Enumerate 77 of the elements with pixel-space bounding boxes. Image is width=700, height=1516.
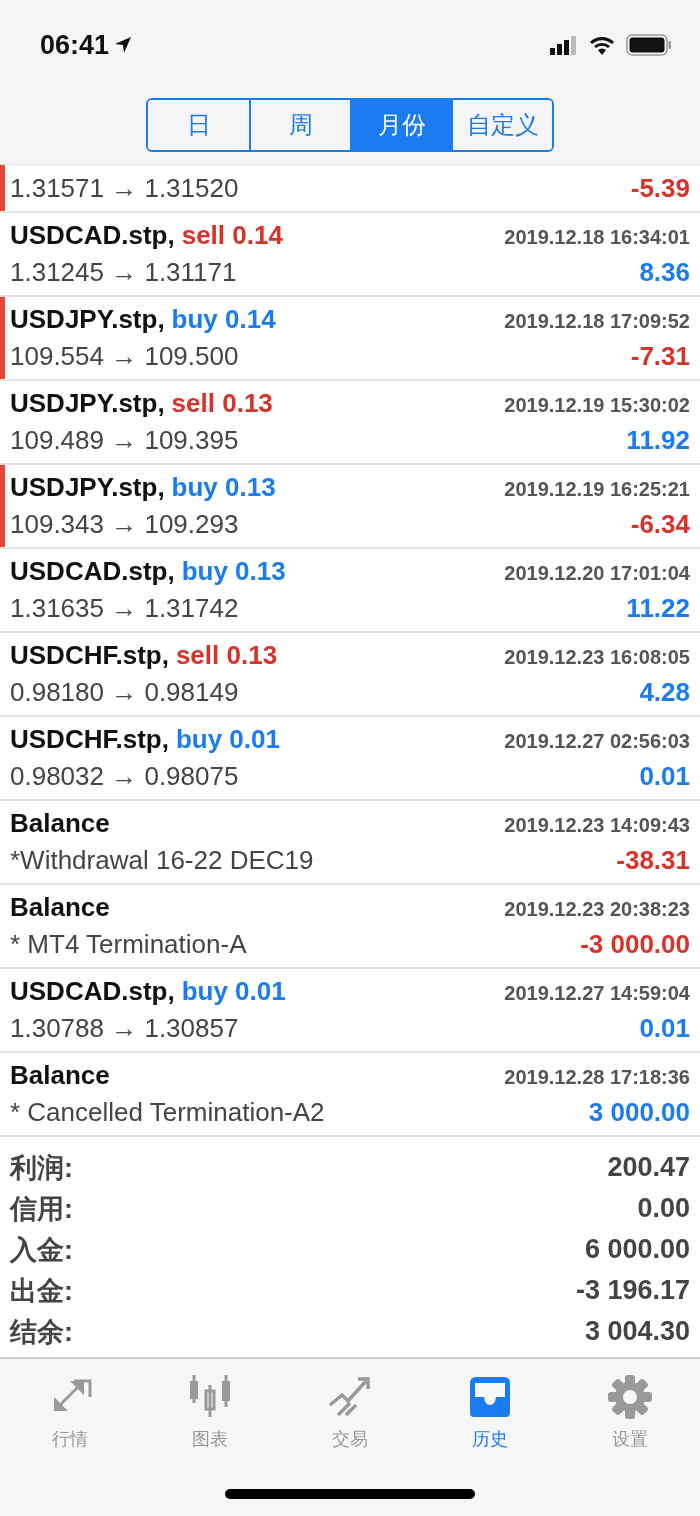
profit-value: 11.92: [626, 425, 690, 456]
period-tab[interactable]: 月份: [350, 100, 451, 150]
price-range: 1.31245 → 1.31171: [10, 257, 237, 288]
summary-value: -3 196.17: [575, 1275, 690, 1306]
symbol-name: USDJPY.stp,: [10, 304, 165, 335]
summary-value: 3 004.30: [584, 1316, 690, 1347]
summary-value: 6 000.00: [584, 1234, 690, 1265]
profit-value: 0.01: [639, 761, 690, 792]
balance-comment: * MT4 Termination-A: [10, 929, 247, 960]
order-type: sell 0.13: [175, 640, 278, 671]
settings-icon: [606, 1373, 654, 1421]
summary-value: 200.47: [607, 1152, 690, 1183]
symbol-name: USDJPY.stp,: [10, 388, 165, 419]
price-range: 0.98180 → 0.98149: [10, 677, 239, 708]
period-tab[interactable]: 自定义: [451, 100, 552, 150]
summary-label: 出金:: [10, 1274, 73, 1308]
summary-label: 入金:: [10, 1233, 73, 1267]
order-type: sell 0.13: [171, 388, 273, 419]
profit-value: 8.36: [639, 257, 690, 288]
order-type: buy 0.14: [171, 304, 276, 335]
trade-time: 2019.12.27 14:59:04: [504, 982, 690, 1005]
profit-value: 4.28: [639, 677, 690, 708]
symbol-name: USDCHF.stp,: [10, 724, 169, 755]
order-type: buy 0.13: [181, 556, 286, 587]
tab-bar-item[interactable]: 行情: [0, 1359, 140, 1469]
tab-bar-item[interactable]: 历史: [420, 1359, 560, 1469]
profit-value: -7.31: [630, 341, 690, 372]
tab-bar-item[interactable]: 交易: [280, 1359, 420, 1469]
summary-label: 结余:: [10, 1315, 73, 1349]
symbol-name: USDCAD.stp,: [10, 976, 175, 1007]
status-time: 06:41: [40, 29, 110, 61]
trade-time: 2019.12.28 17:18:36: [504, 1066, 690, 1089]
profit-value: 0.01: [639, 1013, 690, 1044]
price-range: 109.343 → 109.293: [10, 509, 239, 540]
tab-bar-item[interactable]: 图表: [140, 1359, 280, 1469]
profit-value: -6.34: [630, 509, 690, 540]
balance-label: Balance: [10, 808, 110, 839]
price-range: 1.31635 → 1.31742: [10, 593, 239, 624]
summary-label: 信用:: [10, 1192, 73, 1226]
profit-value: -5.39: [630, 172, 690, 204]
profit-value: 3 000.00: [588, 1097, 690, 1128]
price-range: 0.98032 → 0.98075: [10, 761, 239, 792]
trade-time: 2019.12.18 16:34:01: [504, 226, 690, 249]
order-type: buy 0.01: [181, 976, 286, 1007]
summary-value: 0.00: [637, 1193, 690, 1224]
wifi-icon: [588, 35, 616, 55]
summary-label: 利润:: [10, 1151, 73, 1185]
symbol-name: USDCAD.stp,: [10, 556, 175, 587]
order-type: buy 0.01: [175, 724, 280, 755]
location-arrow-icon: [113, 35, 134, 55]
symbol-name: USDCAD.stp,: [10, 220, 175, 251]
trade-time: 2019.12.23 20:38:23: [504, 898, 690, 921]
signal-icon: [550, 35, 578, 55]
profit-value: 11.22: [626, 593, 690, 624]
trade-time: 2019.12.18 17:09:52: [504, 310, 690, 333]
price-range: 109.554 → 109.500: [10, 341, 239, 372]
battery-icon: [626, 34, 672, 56]
balance-comment: *Withdrawal 16-22 DEC19: [10, 845, 314, 876]
order-type: sell 0.14: [181, 220, 283, 251]
profit-value: -3 000.00: [580, 929, 690, 960]
price-range: 109.489 → 109.395: [10, 425, 239, 456]
symbol-name: USDCHF.stp,: [10, 640, 169, 671]
price-range: 1.30788 → 1.30857: [10, 1013, 239, 1044]
balance-label: Balance: [10, 892, 110, 923]
order-type: buy 0.13: [171, 472, 276, 503]
trade-time: 2019.12.23 14:09:43: [504, 814, 690, 837]
trade-time: 2019.12.27 02:56:03: [504, 730, 690, 753]
balance-comment: * Cancelled Termination-A2: [10, 1097, 325, 1128]
trade-time: 2019.12.19 15:30:02: [504, 394, 690, 417]
trade-time: 2019.12.19 16:25:21: [504, 478, 690, 501]
profit-value: -38.31: [616, 845, 690, 876]
trade-time: 2019.12.20 17:01:04: [504, 562, 690, 585]
price-range: 1.31571 → 1.31520: [10, 172, 239, 204]
trade-time: 2019.12.23 16:08:05: [504, 646, 690, 669]
balance-label: Balance: [10, 1060, 110, 1091]
tab-bar-item[interactable]: 设置: [560, 1359, 700, 1469]
symbol-name: USDJPY.stp,: [10, 472, 165, 503]
